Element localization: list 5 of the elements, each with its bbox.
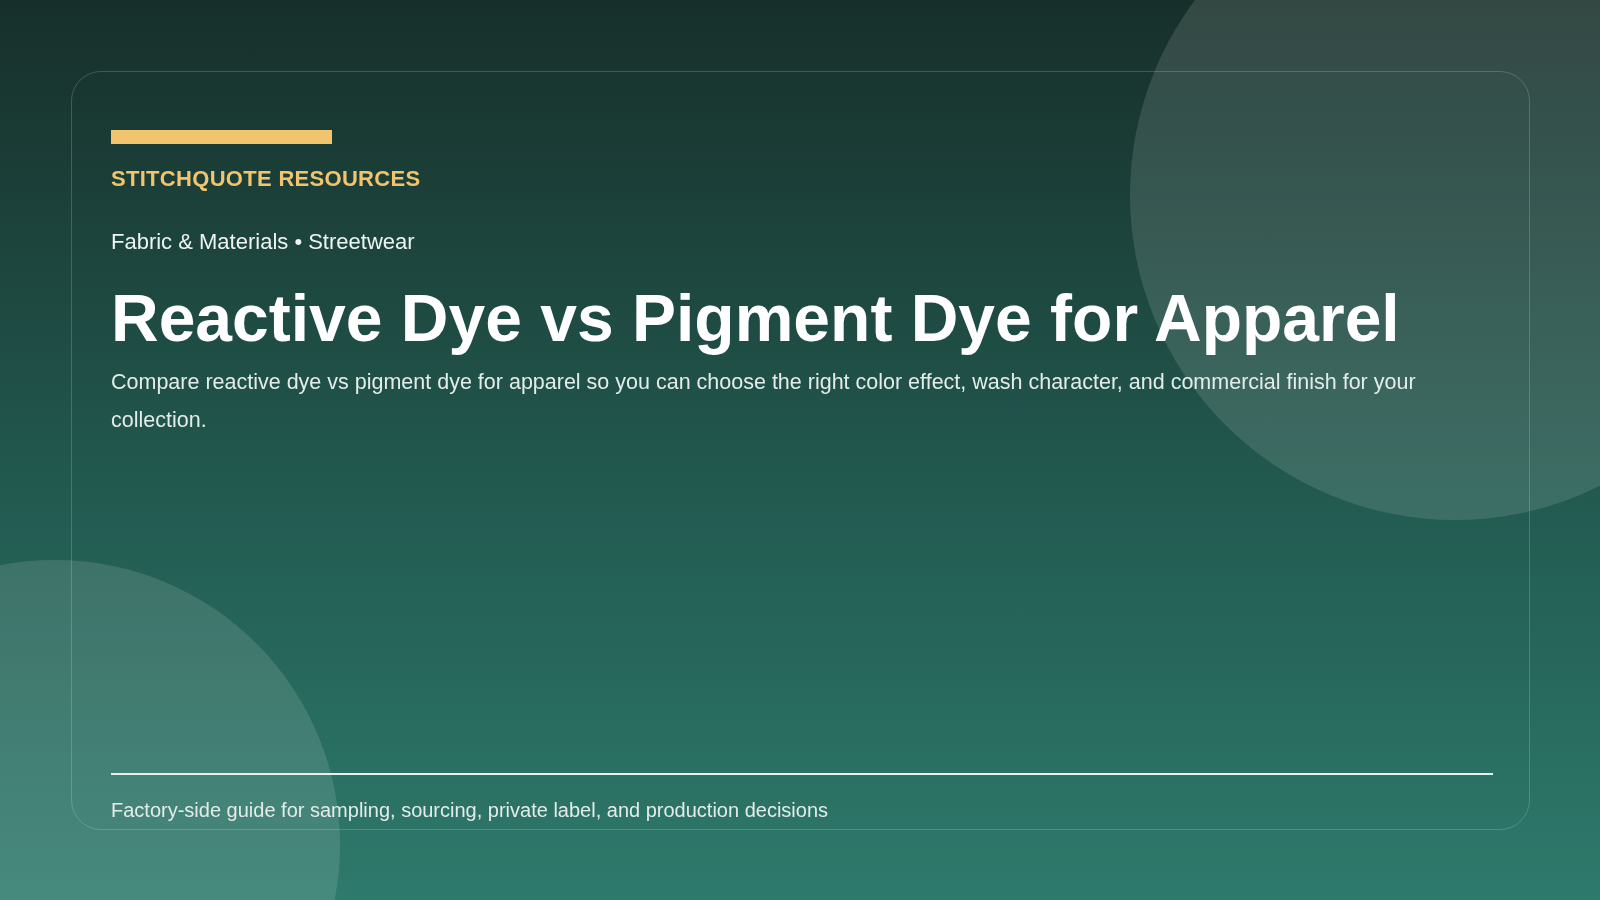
footer-text: Factory-side guide for sampling, sourcing, private label, and production decisions [111, 798, 830, 823]
kicker-label: STITCHQUOTE RESOURCES [111, 165, 422, 193]
category-label: Fabric & Materials • Streetwear [111, 228, 416, 256]
page-title: Reactive Dye vs Pigment Dye for Apparel [111, 282, 1401, 355]
description-text: Compare reactive dye vs pigment dye for apparel so you can choose the right color effect, wash character, and commercial finish for your collection. [111, 368, 1417, 434]
